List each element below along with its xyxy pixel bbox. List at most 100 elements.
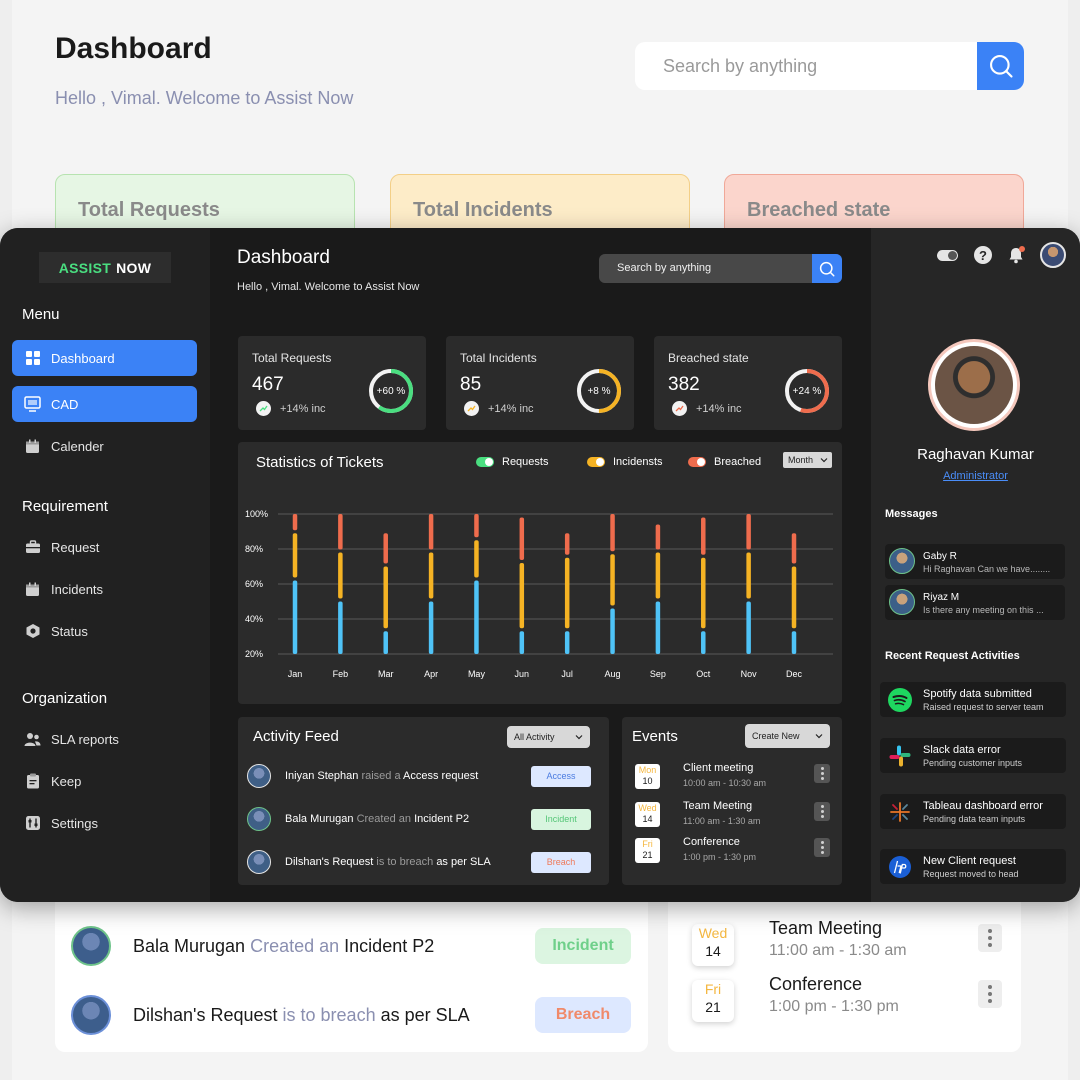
bar-breached-aug[interactable]: [610, 514, 615, 552]
background-feed-row: Bala Murugan Created an Incident P2 Inci…: [71, 926, 631, 966]
bar-incidensts-apr[interactable]: [428, 552, 434, 599]
bar-breached-oct[interactable]: [701, 517, 706, 555]
event-row: Wed 14 Team Meeting 11:00 am - 1:30 am: [635, 800, 830, 832]
legend-toggle[interactable]: [688, 457, 706, 467]
background-event-row: Fri 21 Conference 1:00 pm - 1:30 pm: [692, 974, 1002, 1028]
theme-toggle[interactable]: [937, 249, 958, 261]
bar-breached-apr[interactable]: [428, 514, 434, 550]
legend-toggle[interactable]: [476, 457, 494, 467]
search-bar[interactable]: Search by anything: [599, 254, 842, 283]
create-new-button[interactable]: Create New: [745, 724, 830, 748]
event-title: Client meeting: [683, 762, 754, 774]
bar-incidensts-aug[interactable]: [610, 554, 615, 606]
recent-activity-item[interactable]: Tableau dashboard error Pending data tea…: [880, 794, 1066, 829]
legend-toggle[interactable]: [587, 457, 605, 467]
bar-breached-dec[interactable]: [791, 533, 797, 564]
bar-requests-sep[interactable]: [655, 601, 661, 655]
x-tick-label: Feb: [333, 669, 349, 679]
bar-incidensts-jun[interactable]: [519, 563, 525, 629]
message-item[interactable]: Riyaz M Is there any meeting on this ...: [885, 585, 1065, 620]
slack-icon: [887, 743, 913, 769]
legend-item-incidents[interactable]: Incidensts: [587, 456, 663, 468]
more-options-icon[interactable]: [978, 924, 1002, 952]
bar-requests-nov[interactable]: [746, 601, 751, 655]
grid-icon: [24, 350, 41, 367]
recent-activity-item[interactable]: Slack data error Pending customer inputs: [880, 738, 1066, 773]
bar-requests-apr[interactable]: [428, 601, 434, 655]
bar-breached-sep[interactable]: [655, 524, 661, 550]
background-feed-row: Dilshan's Request is to breach as per SL…: [71, 995, 631, 1035]
recent-activity-item[interactable]: New Client request Request moved to head: [880, 849, 1066, 884]
background-search-button[interactable]: [977, 42, 1024, 90]
search-button[interactable]: [812, 254, 842, 283]
incident-badge[interactable]: Incident: [535, 928, 631, 964]
bell-icon[interactable]: [1008, 246, 1025, 264]
profile-role-link[interactable]: Administrator: [871, 470, 1080, 482]
message-item[interactable]: Gaby R Hi Raghavan Can we have........: [885, 544, 1065, 579]
bar-breached-jul[interactable]: [564, 533, 570, 555]
more-options-icon[interactable]: [814, 764, 830, 783]
period-select[interactable]: Month: [783, 452, 832, 468]
bar-breached-jan[interactable]: [292, 514, 298, 531]
search-input[interactable]: Search by anything: [617, 262, 711, 274]
recent-activity-item[interactable]: Spotify data submitted Raised request to…: [880, 682, 1066, 717]
bar-requests-jun[interactable]: [519, 631, 525, 654]
bar-incidensts-dec[interactable]: [791, 566, 797, 629]
more-options-icon[interactable]: [814, 838, 830, 857]
sidebar-item-request[interactable]: Request: [12, 529, 197, 565]
bar-requests-jan[interactable]: [292, 580, 298, 655]
bar-incidensts-jan[interactable]: [292, 533, 298, 578]
bar-breached-mar[interactable]: [383, 533, 388, 564]
bar-breached-jun[interactable]: [519, 517, 525, 561]
bar-incidensts-may[interactable]: [474, 540, 479, 578]
bar-requests-mar[interactable]: [383, 631, 388, 654]
events-panel: Events Create New Mon 10 Client meeting 1…: [622, 717, 842, 885]
bar-incidensts-nov[interactable]: [746, 552, 751, 599]
sidebar-item-sla-reports[interactable]: SLA reports: [12, 721, 197, 757]
sidebar-item-calender[interactable]: Calender: [12, 428, 197, 464]
bar-incidensts-oct[interactable]: [701, 557, 706, 629]
event-title: Conference: [769, 974, 863, 994]
access-badge[interactable]: Access: [531, 765, 591, 787]
avatar: [71, 926, 111, 966]
more-options-icon[interactable]: [978, 980, 1002, 1008]
avatar[interactable]: [1040, 242, 1066, 268]
background-search-bar[interactable]: Search by anything: [635, 42, 1024, 90]
more-options-icon[interactable]: [814, 802, 830, 821]
bar-breached-feb[interactable]: [338, 514, 343, 550]
breach-badge[interactable]: Breach: [531, 851, 591, 873]
bar-requests-jul[interactable]: [564, 631, 570, 654]
bar-incidensts-feb[interactable]: [338, 552, 343, 599]
activity-filter-value: All Activity: [514, 732, 555, 742]
search-icon: [989, 55, 1013, 78]
bar-requests-feb[interactable]: [338, 601, 343, 655]
activity-user: Bala Murugan: [285, 813, 354, 825]
activity-filter-select[interactable]: All Activity: [507, 726, 590, 748]
y-tick-label: 80%: [245, 544, 263, 554]
bar-requests-oct[interactable]: [701, 631, 706, 654]
legend-label: Requests: [502, 456, 549, 468]
bar-breached-may[interactable]: [474, 514, 479, 538]
bar-incidensts-sep[interactable]: [655, 552, 661, 599]
sidebar-item-cad[interactable]: CAD: [12, 386, 197, 422]
breach-badge[interactable]: Breach: [535, 997, 631, 1033]
legend-item-breached[interactable]: Breached: [688, 456, 761, 468]
help-icon[interactable]: ?: [974, 246, 992, 264]
incident-badge[interactable]: Incident: [531, 808, 591, 830]
sidebar-item-settings[interactable]: Settings: [12, 805, 197, 841]
bar-requests-may[interactable]: [474, 580, 479, 655]
bar-breached-nov[interactable]: [746, 514, 751, 550]
sidebar-item-keep[interactable]: Keep: [12, 763, 197, 799]
sidebar-item-incidents[interactable]: Incidents: [12, 571, 197, 607]
app-logo[interactable]: ASSIST NOW: [39, 252, 171, 283]
bar-requests-dec[interactable]: [791, 631, 797, 654]
feed-name: Dilshan's Request: [133, 1004, 278, 1025]
bar-incidensts-jul[interactable]: [564, 557, 570, 629]
hexagon-icon: [24, 623, 41, 640]
sidebar-item-dashboard[interactable]: Dashboard: [12, 340, 197, 376]
bar-requests-aug[interactable]: [610, 608, 615, 655]
sidebar-item-status[interactable]: Status: [12, 613, 197, 649]
event-row: Fri 21 Conference 1:00 pm - 1:30 pm: [635, 836, 830, 868]
legend-item-requests[interactable]: Requests: [476, 456, 548, 468]
bar-incidensts-mar[interactable]: [383, 566, 388, 629]
